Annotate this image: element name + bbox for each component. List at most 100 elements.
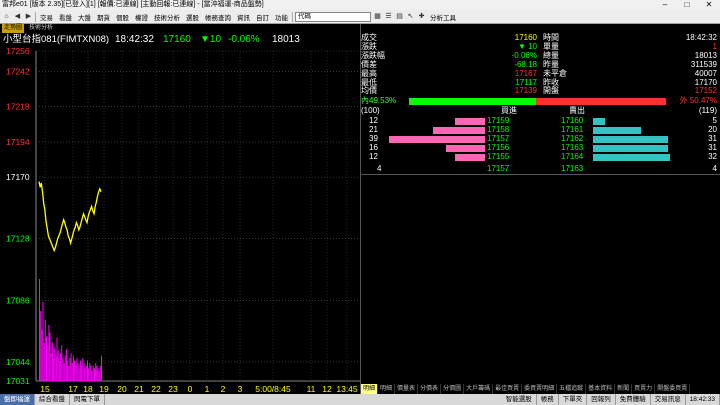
symbol-combo[interactable]: 代碼 <box>295 11 371 22</box>
volume-bar <box>60 352 62 381</box>
menu-trade[interactable]: 交易 <box>38 12 55 22</box>
volume-bar <box>79 360 81 381</box>
quote-value: 17139 <box>514 86 537 96</box>
x-tick-label: 5:00/8:45 <box>255 384 291 394</box>
detail-tab-9[interactable]: 基本資料 <box>586 384 616 394</box>
volume-bar <box>81 365 83 381</box>
volume-bar <box>63 363 65 381</box>
x-tick-label: 18 <box>83 384 93 394</box>
x-tick-label: 0 <box>188 384 193 394</box>
tab-technical[interactable]: 技術分析 <box>27 24 55 33</box>
volume-bar <box>87 360 88 381</box>
detail-tab-3[interactable]: 分價表 <box>418 384 442 394</box>
detail-tab-0[interactable]: 明細 <box>361 384 379 394</box>
grid-icon[interactable]: ▦ <box>373 12 382 21</box>
volume-bar <box>84 368 86 382</box>
detail-tab-7[interactable]: 委買賣明細 <box>522 384 558 394</box>
trade-message-button[interactable]: 交易訊息 <box>651 394 686 405</box>
volume-bar <box>62 358 64 381</box>
menu-technical[interactable]: 技術分析 <box>152 12 182 22</box>
analysis-tools-menu[interactable]: 分析工具 <box>428 12 458 22</box>
panel-separator <box>361 174 720 175</box>
detail-tab-1[interactable]: 明細 <box>378 384 396 394</box>
menu-screener[interactable]: 選股 <box>184 12 201 22</box>
list-icon[interactable]: ☰ <box>384 12 393 21</box>
order-book-row: 12 17155 17164 32 <box>361 152 720 162</box>
detail-tab-2[interactable]: 價量表 <box>395 384 419 394</box>
status-tab-quickorder[interactable]: 閃電下單 <box>70 394 105 405</box>
quote-label: 昨量 <box>543 59 559 69</box>
volume-bar <box>43 342 45 382</box>
close-icon[interactable]: ✕ <box>698 0 720 10</box>
y-tick-label: 17086 <box>6 295 30 305</box>
y-tick-label: 17242 <box>6 67 30 77</box>
menu-custom[interactable]: 自訂 <box>254 12 271 22</box>
menu-function[interactable]: 功能 <box>273 12 290 22</box>
minimize-icon[interactable]: – <box>654 0 676 10</box>
product-name: 小型台指081(FIMTXN08) <box>3 34 110 45</box>
volume-bar <box>50 352 52 381</box>
chart-icon[interactable]: ▤ <box>395 12 404 21</box>
detail-tab-10[interactable]: 新聞 <box>615 384 633 394</box>
volume-bar <box>72 355 74 381</box>
bid-volume: 12 <box>369 152 378 161</box>
cross-icon[interactable]: ✚ <box>417 12 426 21</box>
y-tick-label: 17218 <box>6 102 30 112</box>
last-trade-row: 4 17157 17163 4 <box>361 164 720 174</box>
volume-bar <box>90 365 92 381</box>
forward-icon[interactable]: ▶ <box>24 12 33 21</box>
order-folder-button[interactable]: 下單夾 <box>559 394 588 405</box>
back-icon[interactable]: ◀ <box>13 12 22 21</box>
x-tick-label: 2 <box>221 384 226 394</box>
quote-value: 18:42:32 <box>685 33 717 42</box>
maximize-icon[interactable]: □ <box>676 0 698 10</box>
volume-bar <box>46 336 47 381</box>
ask-volume-bar <box>593 118 605 125</box>
detail-tab-6[interactable]: 最佳買賣 <box>493 384 523 394</box>
last-ask-volume: 4 <box>712 164 717 173</box>
quote-value: -68.18 <box>514 59 537 69</box>
menu-account[interactable]: 帳務查詢 <box>203 12 233 22</box>
menu-watch[interactable]: 看盤 <box>57 12 74 22</box>
trend-chart[interactable]: 1725617242172181719417170171281708617044… <box>0 47 360 394</box>
menu-warrant[interactable]: 權證 <box>133 12 150 22</box>
menu-stock[interactable]: 個股 <box>114 12 131 22</box>
menu-futures[interactable]: 期貨 <box>95 12 112 22</box>
quote-time: 18:42:32 <box>115 34 154 45</box>
outer-ratio-bar <box>536 98 666 105</box>
app-window: 富邦e01 [版本 2.35][已登入][1] [報價:已連線] [主動回報:已… <box>0 0 720 405</box>
detail-tab-8[interactable]: 五檔追蹤 <box>557 384 587 394</box>
quote-label: 均價 <box>361 86 377 96</box>
volume-bar <box>85 365 87 381</box>
menu-info[interactable]: 資訊 <box>235 12 252 22</box>
free-trial-button[interactable]: 免費體驗 <box>616 394 651 405</box>
detail-tabs: 明細 明細 價量表 分價表 分價圖 大戶籌碼 最佳買賣 委買賣明細 五檔追蹤 基本資料 新聞 買賣力開… <box>361 384 720 394</box>
pointer-icon[interactable]: ↖ <box>406 12 415 21</box>
tab-trend[interactable]: 走勢圖 <box>2 24 25 33</box>
volume-bar <box>47 345 49 381</box>
home-icon[interactable]: ⌂ <box>2 12 11 21</box>
last-bid-price: 17157 <box>487 164 510 173</box>
detail-tab-4[interactable]: 分價圖 <box>441 384 465 394</box>
ask-total: (119) <box>698 106 717 115</box>
quote-label: 未平倉 <box>543 68 567 78</box>
x-tick-label: 22 <box>151 384 161 394</box>
volume-bar <box>95 363 97 381</box>
quote-row: 漲跌幅 -0.06% 總量 18013 <box>361 51 720 61</box>
detail-tab-5[interactable]: 大戶籌碼 <box>464 384 494 394</box>
volume-bar <box>99 365 101 381</box>
smart-screener-button[interactable]: 智能選股 <box>502 394 537 405</box>
status-tab-overview[interactable]: 綜合看盤 <box>35 394 70 405</box>
status-tab-daytrade[interactable]: 盤即福運 <box>0 394 35 405</box>
volume-bar <box>82 358 84 381</box>
quote-value: 17167 <box>514 68 537 78</box>
detail-tab-12[interactable]: 開盤委買賣 <box>655 384 691 394</box>
account-button[interactable]: 帳務 <box>537 394 559 405</box>
quote-label: 價差 <box>361 59 377 69</box>
x-tick-label: 15 <box>40 384 50 394</box>
report-bar-button[interactable]: 回報列 <box>587 394 616 405</box>
volume-bar <box>75 365 77 381</box>
menu-market[interactable]: 大盤 <box>76 12 93 22</box>
quote-panel: 成交 17160 時間 18:42:32 漲跌 ▼ 10 單量 1 漲跌幅 -0.06% 總量 180… <box>360 24 720 394</box>
detail-tab-11[interactable]: 買賣力 <box>632 384 656 394</box>
